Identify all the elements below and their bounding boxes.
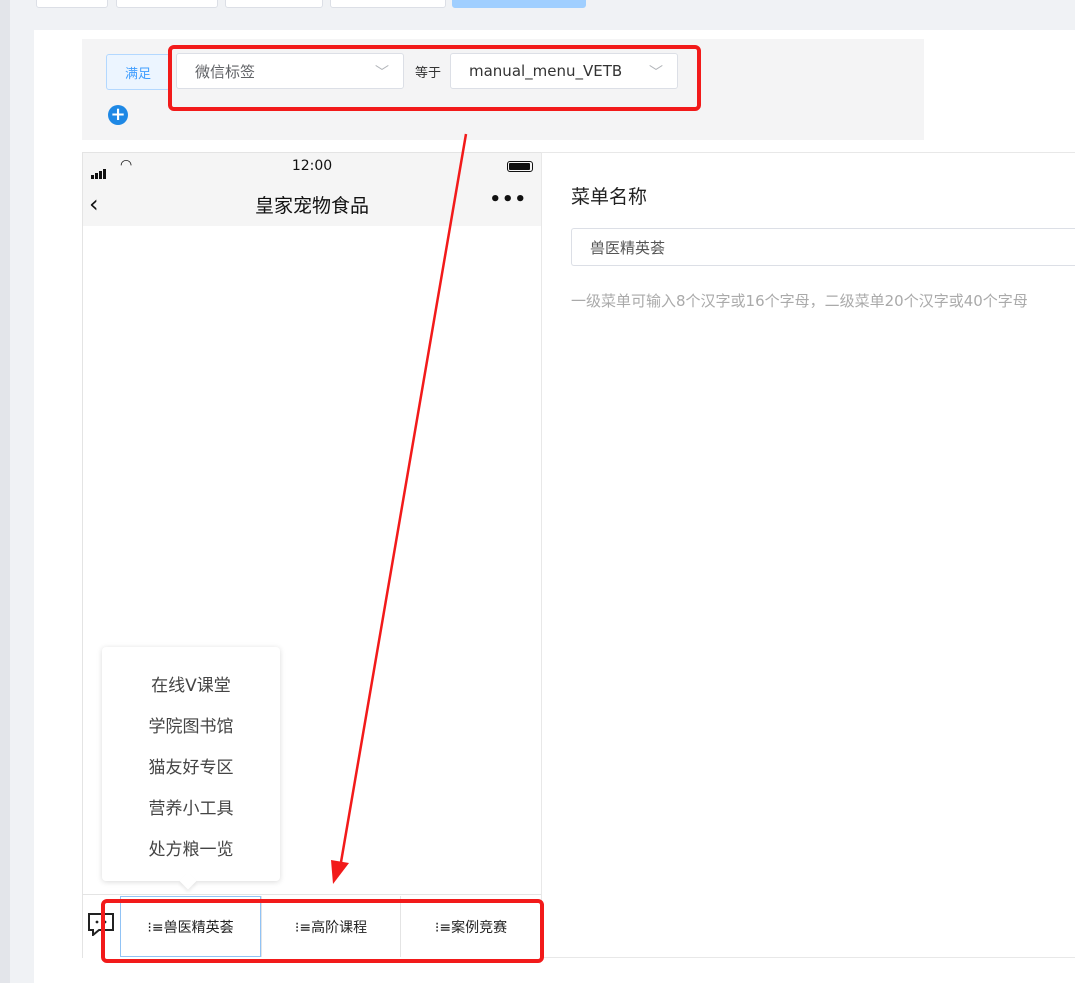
- more-dots-icon[interactable]: •••: [489, 189, 527, 210]
- divider: [541, 152, 542, 958]
- annotation-box-top: [168, 45, 701, 111]
- annotation-box-bottom: [101, 899, 544, 963]
- menu-name-value: 兽医精英荟: [590, 238, 666, 257]
- toolbar-button-2[interactable]: [116, 0, 218, 8]
- divider: [541, 152, 1075, 153]
- status-time: 12:00: [291, 158, 333, 174]
- left-rail: [0, 0, 10, 983]
- menu-name-label: 菜单名称: [571, 186, 648, 208]
- toolbar-button-3[interactable]: [225, 0, 323, 8]
- phone-header: ◠ 12:00 ‹ 皇家宠物食品 •••: [83, 153, 541, 226]
- menu-name-hint: 一级菜单可输入8个汉字或16个字母，二级菜单20个汉字或40个字母: [571, 292, 1028, 310]
- toolbar-button-4[interactable]: [330, 0, 446, 8]
- submenu-popup: 在线V课堂 学院图书馆 猫友好专区 营养小工具 处方粮一览: [102, 647, 280, 890]
- popup-arrow: [179, 872, 197, 890]
- submenu-item[interactable]: 在线V课堂: [102, 671, 280, 696]
- battery-icon: [507, 161, 533, 172]
- toolbar-primary-button[interactable]: [452, 0, 586, 8]
- phone-preview: ◠ 12:00 ‹ 皇家宠物食品 ••• 在线V课堂 学院图书馆 猫友好专区 营…: [82, 152, 542, 958]
- submenu-item[interactable]: 猫友好专区: [102, 753, 280, 778]
- toolbar-button-1[interactable]: [36, 0, 108, 8]
- menu-name-input[interactable]: 兽医精英荟: [571, 228, 1075, 266]
- submenu-item[interactable]: 处方粮一览: [102, 835, 280, 860]
- submenu-item[interactable]: 营养小工具: [102, 794, 280, 819]
- match-tag[interactable]: 满足: [106, 54, 170, 90]
- divider: [541, 957, 1075, 958]
- plus-circle-icon[interactable]: +: [108, 105, 128, 125]
- phone-title: 皇家宠物食品: [254, 195, 369, 217]
- submenu-item[interactable]: 学院图书馆: [102, 712, 280, 737]
